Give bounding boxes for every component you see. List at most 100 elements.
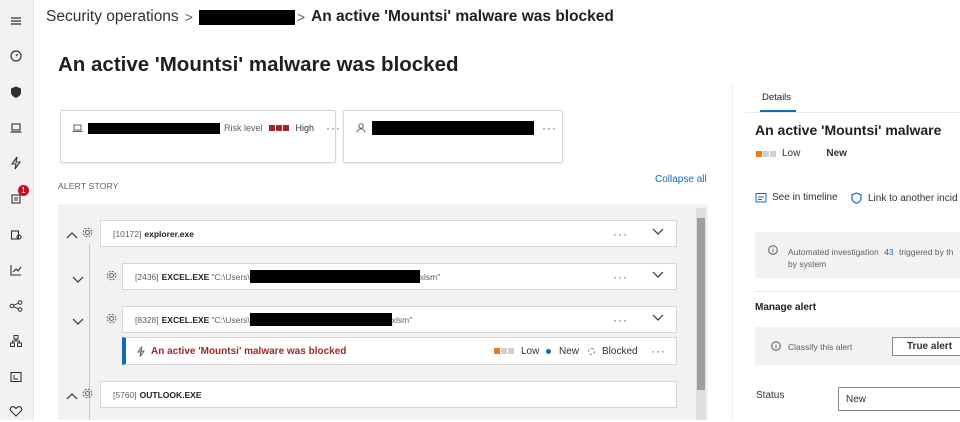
- process-pid: [8328]: [135, 314, 159, 325]
- link-incident-button[interactable]: Link to another incid: [851, 192, 958, 204]
- process-node-excel-8328[interactable]: [8328] EXCEL.EXE "C:\Users\ xlsm" ···: [122, 306, 677, 333]
- panel-divider: [732, 84, 733, 420]
- alert-detection-label: Blocked: [602, 345, 638, 357]
- true-alert-button[interactable]: True alert: [892, 337, 960, 356]
- redacted-user-name: [372, 121, 534, 135]
- tab-details[interactable]: Details: [762, 92, 791, 103]
- hunting-icon[interactable]: [5, 224, 27, 246]
- process-name: explorer.exe: [144, 228, 194, 239]
- process-path-suffix: xlsm": [391, 314, 413, 325]
- incidents-count-badge: 1: [18, 185, 29, 196]
- alert-status-label: New: [559, 345, 580, 357]
- timeline-icon: [755, 193, 767, 203]
- shield-icon: [851, 192, 862, 204]
- status-dropdown-value: New: [846, 394, 867, 405]
- chevron-up-icon[interactable]: [66, 392, 78, 400]
- page-title: An active 'Mountsi' malware was blocked: [58, 53, 459, 76]
- heart-icon[interactable]: [5, 400, 27, 422]
- details-title: An active 'Mountsi' malware: [755, 122, 942, 138]
- scrollbar-thumb[interactable]: [697, 218, 705, 390]
- bolt-icon[interactable]: [5, 152, 27, 174]
- left-nav-rail: 1: [0, 0, 34, 420]
- investigation-text-2: triggered by th: [898, 247, 954, 257]
- see-in-timeline-label: See in timeline: [772, 192, 838, 203]
- details-severity: Low: [782, 148, 801, 159]
- network-icon[interactable]: [5, 330, 27, 352]
- gear-icon: [106, 270, 117, 281]
- laptop-icon: [72, 124, 83, 132]
- risk-level-indicator: [268, 125, 290, 131]
- collapse-all-link[interactable]: Collapse all: [655, 174, 707, 185]
- process-pid: [5760]: [113, 389, 137, 400]
- status-dot-icon: [546, 348, 551, 354]
- process-path-suffix: xlsm": [419, 271, 441, 282]
- chevron-down-icon[interactable]: [652, 228, 664, 236]
- scrollbar[interactable]: [696, 208, 706, 420]
- chevron-up-icon[interactable]: [66, 231, 78, 239]
- investigation-text-1: Automated investigation: [788, 247, 879, 257]
- shield-icon[interactable]: [5, 81, 27, 103]
- redacted-device-name: [88, 122, 220, 134]
- details-status: New: [826, 148, 847, 159]
- gear-icon: [82, 227, 93, 238]
- menu-icon[interactable]: [5, 10, 27, 32]
- graph-icon[interactable]: [5, 295, 27, 317]
- process-path: "C:\Users\: [211, 314, 250, 325]
- investigation-text: Automated investigation 43 triggered by …: [788, 247, 953, 257]
- mailbox-icon[interactable]: [5, 366, 27, 388]
- risk-level-label: Risk level: [224, 123, 263, 133]
- status-dropdown[interactable]: New: [838, 387, 960, 411]
- alert-row[interactable]: An active 'Mountsi' malware was blocked …: [122, 337, 677, 365]
- risk-level-value: High: [295, 123, 315, 133]
- user-more-button[interactable]: ···: [542, 121, 557, 135]
- process-pid: [10172]: [113, 228, 142, 239]
- alert-detection: Blocked: [588, 346, 638, 357]
- alert-status: New: [546, 346, 579, 357]
- link-incident-label: Link to another incid: [868, 192, 958, 204]
- investigation-link[interactable]: 43: [884, 247, 893, 257]
- redacted-path: [249, 270, 420, 283]
- gear-icon: [106, 313, 117, 324]
- automated-investigation-box: Automated investigation 43 triggered by …: [755, 232, 960, 278]
- redacted-path: [249, 313, 392, 326]
- node-more-button[interactable]: ···: [613, 270, 628, 284]
- see-in-timeline-button[interactable]: See in timeline: [755, 192, 838, 203]
- chart-icon[interactable]: [5, 259, 27, 281]
- process-name: OUTLOOK.EXE: [139, 389, 202, 400]
- chevron-down-icon[interactable]: [652, 314, 664, 322]
- process-node-explorer[interactable]: [10172] explorer.exe ···: [100, 220, 677, 247]
- process-node-outlook[interactable]: [5760] OUTLOOK.EXE: [100, 381, 677, 408]
- classify-text: Classify this alert: [788, 342, 853, 352]
- laptop-icon[interactable]: [5, 117, 27, 139]
- alert-title[interactable]: An active 'Mountsi' malware was blocked: [151, 346, 346, 357]
- details-severity-row: Low New: [756, 148, 847, 159]
- process-path: "C:\Users\: [211, 271, 250, 282]
- user-card[interactable]: ···: [343, 110, 563, 163]
- chevron-down-icon[interactable]: [652, 271, 664, 279]
- process-node-excel-2436[interactable]: [2436] EXCEL.EXE "C:\Users\ xlsm" ···: [122, 263, 677, 290]
- alert-severity: Low: [494, 346, 539, 357]
- process-name: EXCEL.EXE: [161, 271, 210, 282]
- alert-severity-label: Low: [521, 345, 540, 357]
- chevron-down-icon[interactable]: [72, 318, 84, 326]
- node-more-button[interactable]: ···: [613, 227, 628, 241]
- section-divider: [755, 291, 960, 292]
- process-pid: [2436]: [135, 271, 159, 282]
- dashboard-icon[interactable]: [5, 45, 27, 67]
- node-more-button[interactable]: ···: [613, 313, 628, 327]
- manage-alert-heading: Manage alert: [755, 302, 817, 313]
- info-icon: [771, 341, 781, 351]
- device-card[interactable]: Risk level High ···: [60, 110, 340, 163]
- tab-divider: [745, 112, 960, 113]
- investigation-text-3: by system: [788, 259, 827, 269]
- status-label: Status: [756, 390, 785, 401]
- breadcrumb-root[interactable]: Security operations: [46, 8, 179, 26]
- breadcrumb-separator: >: [296, 9, 306, 25]
- device-more-button[interactable]: ···: [326, 121, 341, 135]
- gear-icon: [82, 388, 93, 399]
- chevron-down-icon[interactable]: [72, 276, 84, 284]
- breadcrumb-separator: >: [184, 9, 193, 25]
- alert-more-button[interactable]: ···: [651, 344, 666, 358]
- user-icon: [356, 123, 366, 133]
- incidents-icon[interactable]: 1: [5, 185, 29, 210]
